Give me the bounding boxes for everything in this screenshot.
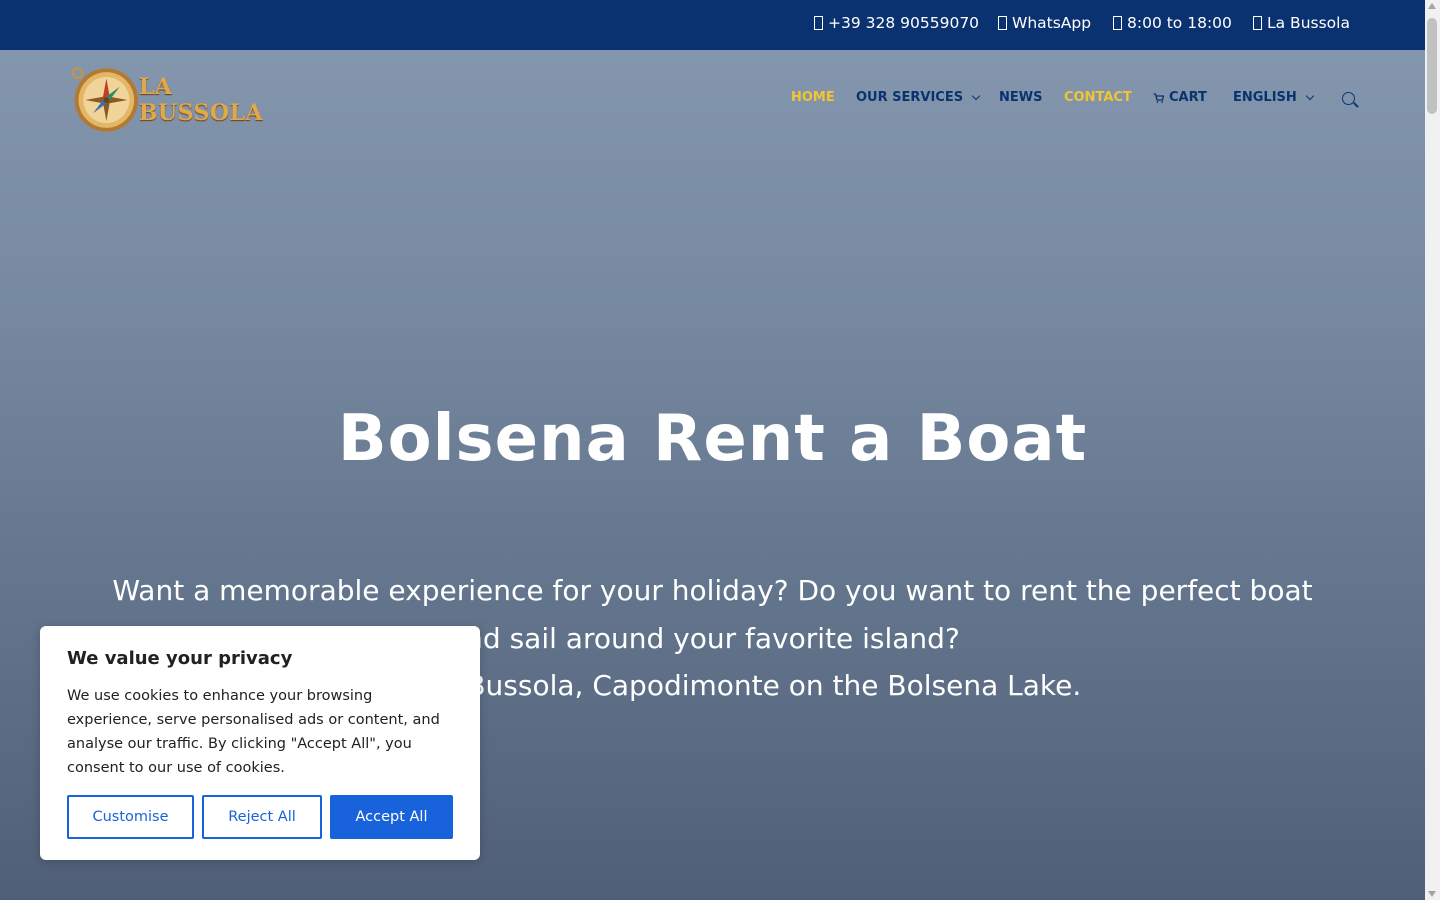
whatsapp-link[interactable]: WhatsApp <box>998 14 1091 32</box>
search-button[interactable] <box>1342 92 1359 109</box>
nav-services-label: OUR SERVICES <box>856 90 964 105</box>
chevron-down-icon <box>1305 91 1315 100</box>
nav-news[interactable]: NEWS <box>999 90 1042 105</box>
nav-home[interactable]: HOME <box>791 90 835 105</box>
nav-language-label: ENGLISH <box>1233 90 1297 105</box>
nav-news-label: NEWS <box>999 90 1043 105</box>
customise-button[interactable]: Customise <box>67 795 194 839</box>
cookie-title: We value your privacy <box>67 648 293 669</box>
location-text: La Bussola <box>1267 14 1350 32</box>
site-logo[interactable]: LA BUSSOLA <box>68 64 298 136</box>
scroll-thumb[interactable] <box>1427 18 1437 114</box>
whatsapp-label: WhatsApp <box>1012 14 1092 32</box>
clock-icon <box>1113 16 1122 30</box>
nav-contact[interactable]: CONTACT <box>1064 90 1132 105</box>
whatsapp-icon <box>998 16 1007 30</box>
nav-language-select[interactable]: ENGLISH <box>1233 90 1315 105</box>
scroll-down-icon[interactable] <box>1428 891 1436 897</box>
phone-icon <box>814 16 823 30</box>
hero-line-1: Want a memorable experience for your hol… <box>112 574 1313 607</box>
scroll-up-icon[interactable] <box>1428 3 1436 9</box>
nav-our-services[interactable]: OUR SERVICES <box>856 90 981 105</box>
page-scrollbar[interactable] <box>1425 0 1440 900</box>
chevron-down-icon <box>971 91 981 100</box>
top-info-bar: +39 328 90559070 WhatsApp 8:00 to 18:00 … <box>0 0 1425 50</box>
hero-title: Bolsena Rent a Boat <box>337 402 1088 476</box>
cookie-text: We use cookies to enhance your browsing … <box>67 688 440 776</box>
location-icon <box>1253 16 1262 30</box>
nav-cart[interactable]: CART <box>1153 90 1207 105</box>
phone-number: +39 328 90559070 <box>828 14 980 32</box>
reject-all-button[interactable]: Reject All <box>202 795 322 839</box>
logo-text: LA BUSSOLA <box>138 74 264 126</box>
location-link[interactable]: La Bussola <box>1253 14 1350 32</box>
nav-contact-label: CONTACT <box>1064 90 1132 105</box>
cart-icon <box>1153 92 1164 103</box>
phone-link[interactable]: +39 328 90559070 <box>814 14 979 32</box>
opening-hours: 8:00 to 18:00 <box>1113 14 1232 32</box>
cookie-consent-banner: We value your privacy We use cookies to … <box>40 626 480 860</box>
nav-cart-label: CART <box>1169 90 1207 105</box>
nav-home-label: HOME <box>791 90 835 105</box>
hours-text: 8:00 to 18:00 <box>1127 14 1232 32</box>
accept-all-button[interactable]: Accept All <box>330 795 453 839</box>
compass-logo-icon <box>71 67 139 132</box>
